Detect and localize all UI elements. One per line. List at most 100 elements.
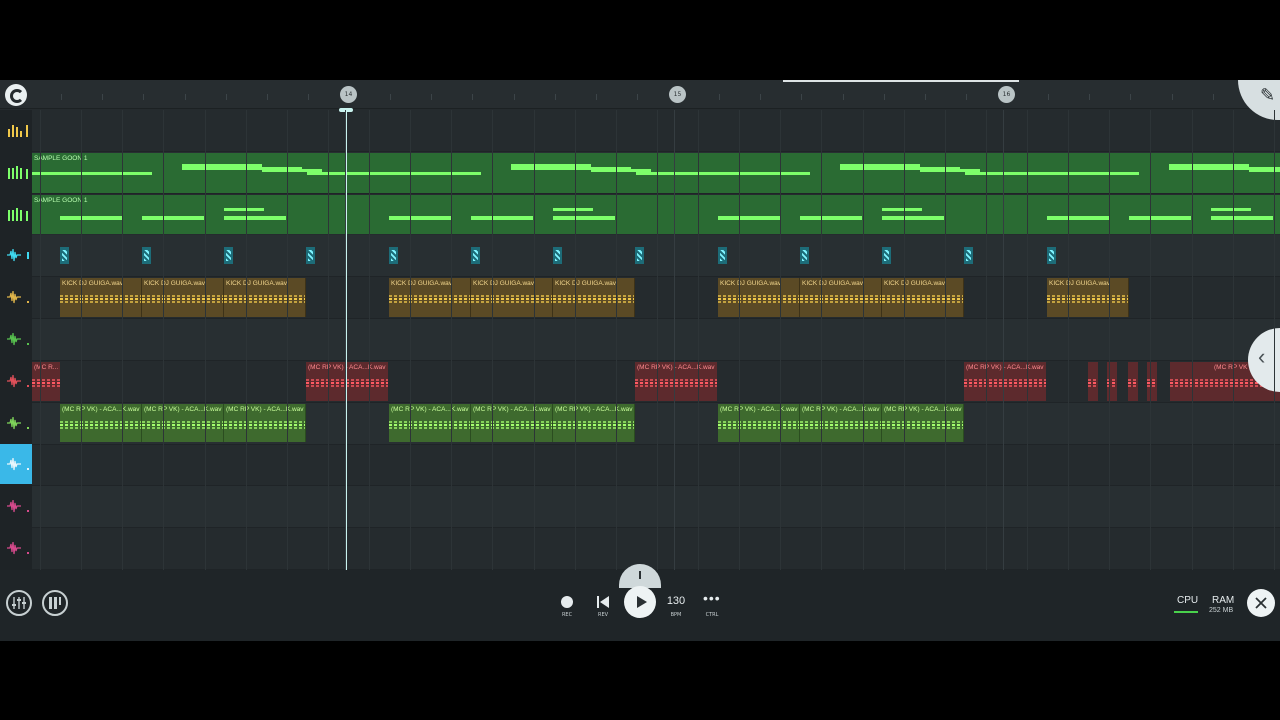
kick-clip-label: KICK DJ GUIGA.wav [802, 280, 864, 288]
acapella-clip[interactable]: (MC RP VK) - ACA...K.wav [882, 403, 964, 443]
bar-marker[interactable]: 14 [340, 86, 357, 103]
pattern-note [307, 171, 367, 175]
track-lane[interactable] [32, 444, 1280, 487]
track-10-button[interactable] [0, 486, 32, 526]
track-5-button[interactable] [0, 277, 32, 317]
hihat-clip[interactable] [882, 247, 891, 265]
kick-clip[interactable]: KICK DJ GUIGA.wav [882, 278, 964, 317]
pattern-note [553, 215, 615, 220]
acapella-clip[interactable]: (MC RP VK) - ACA...K.wav [718, 403, 800, 443]
acapella-clip-label: (MC RP VK) - ACA...K.wav [555, 405, 633, 413]
track-8-button[interactable] [0, 403, 32, 443]
rewind-button[interactable] [596, 595, 610, 609]
pattern-note [511, 163, 591, 167]
waveform-line [389, 298, 470, 301]
track-lane[interactable] [32, 319, 1280, 361]
mixer-button[interactable] [6, 590, 32, 616]
acapella-clip[interactable]: (MC RP VK) - ACA...K.wav [60, 403, 142, 443]
track-9-button[interactable] [0, 444, 32, 485]
grid-line [821, 110, 822, 570]
hihat-clip[interactable] [471, 247, 480, 265]
hihat-clip[interactable] [718, 247, 727, 265]
acapella-clip[interactable]: (MC RP VK) - ACA...K.wav [553, 403, 635, 443]
play-button[interactable] [624, 586, 656, 618]
acapella-clip[interactable]: (MC RP VK) - ACA...K.wav [142, 403, 224, 443]
waveform-line [1128, 384, 1138, 387]
kick-clip[interactable]: KICK DJ GUIGA.wav [553, 278, 635, 317]
waveform-line [882, 301, 963, 304]
pattern-clip[interactable]: SAMPLE GOON 1 [32, 194, 1280, 235]
track-11-button[interactable] [0, 528, 32, 568]
more-dots-icon[interactable]: ••• [703, 591, 723, 606]
hihat-clip[interactable] [142, 247, 151, 265]
fl-logo-button[interactable] [5, 84, 27, 106]
vocal-slice-clip[interactable] [1088, 361, 1098, 401]
record-button[interactable] [561, 596, 573, 608]
hihat-clip[interactable] [306, 247, 315, 265]
close-button[interactable] [1247, 589, 1275, 617]
kick-clip[interactable]: KICK DJ GUIGA.wav [471, 278, 553, 317]
pattern-note [361, 171, 481, 175]
hihat-clip[interactable] [60, 247, 69, 265]
hihat-clip[interactable] [224, 247, 233, 265]
grid-line [122, 110, 123, 570]
vocal-clip[interactable]: (MC RP VK) - ACA...K.wav [964, 361, 1046, 401]
kick-clip[interactable]: KICK DJ GUIGA.wav [718, 278, 800, 317]
waveform-line [553, 426, 634, 429]
hihat-clip[interactable] [389, 247, 398, 265]
kick-clip[interactable]: KICK DJ GUIGA.wav [60, 278, 142, 317]
kick-clip[interactable]: KICK DJ GUIGA.wav [389, 278, 471, 317]
kick-clip[interactable]: KICK DJ GUIGA.wav [224, 278, 306, 317]
waveform-line [882, 426, 963, 429]
kick-clip[interactable]: KICK DJ GUIGA.wav [1047, 278, 1129, 317]
vocal-clip[interactable]: (MC R... [32, 361, 60, 401]
track-6-button[interactable] [0, 319, 32, 359]
track-lane[interactable] [32, 110, 1280, 152]
track-4-button[interactable] [0, 235, 32, 275]
vocal-slice-clip[interactable] [1128, 361, 1138, 401]
acapella-clip[interactable]: (MC RP VK) - ACA...K.wav [800, 403, 882, 443]
loop-region[interactable] [783, 80, 1019, 82]
waveform-line [553, 295, 634, 298]
track-lane[interactable] [32, 486, 1280, 529]
track-2-button[interactable] [0, 152, 32, 192]
grid-line [534, 110, 535, 570]
hihat-clip[interactable] [964, 247, 973, 265]
grid-line [163, 110, 164, 570]
pattern-note [965, 171, 1025, 175]
track-lane[interactable] [32, 235, 1280, 278]
hihat-clip[interactable] [800, 247, 809, 265]
kick-clip[interactable]: KICK DJ GUIGA.wav [800, 278, 882, 317]
playlist-lanes[interactable]: SAMPLE GOON 1 SAMPLE GOON 1 KICK DJ GUIGA.… [32, 110, 1280, 570]
vocal-clip[interactable]: (MC RP VK) - ACA...K.wav [306, 361, 388, 401]
grid-line [492, 110, 493, 570]
bar-marker[interactable]: 16 [998, 86, 1015, 103]
piano-roll-button[interactable] [42, 590, 68, 616]
acapella-clip-label: (MC RP VK) - ACA...K.wav [391, 405, 469, 413]
track-7-button[interactable] [0, 361, 32, 401]
vocal-slice-clip[interactable] [1147, 361, 1157, 401]
hihat-clip[interactable] [1047, 247, 1056, 265]
timeline-ruler[interactable]: 14 15 16 [0, 80, 1280, 109]
bpm-value[interactable]: 130 [661, 595, 691, 607]
waveform-line [471, 426, 552, 429]
track-3-button[interactable] [0, 194, 32, 234]
acapella-clip-label: (MC RP VK) - ACA...K.wav [226, 405, 304, 413]
waveform-line [1147, 378, 1157, 381]
kick-clip[interactable]: KICK DJ GUIGA.wav [142, 278, 224, 317]
acapella-clip[interactable]: (MC RP VK) - ACA...K.wav [471, 403, 553, 443]
waveform-line [471, 420, 552, 423]
acapella-clip[interactable]: (MC RP VK) - ACA...K.wav [389, 403, 471, 443]
vocal-clip[interactable]: (MC RP VK) - ACA...K.wav [635, 361, 717, 401]
bar-marker[interactable]: 15 [669, 86, 686, 103]
acapella-clip[interactable]: (MC RP VK) - ACA...K.wav [224, 403, 306, 443]
hihat-clip[interactable] [635, 247, 644, 265]
grid-line [205, 110, 206, 570]
grid-line [575, 110, 576, 570]
hihat-clip[interactable] [553, 247, 562, 265]
waveform-line [389, 420, 470, 423]
track-lane[interactable] [32, 528, 1280, 570]
kick-clip-label: KICK DJ GUIGA.wav [473, 280, 535, 288]
track-1-button[interactable] [0, 110, 32, 150]
ruler-tick [637, 94, 638, 100]
